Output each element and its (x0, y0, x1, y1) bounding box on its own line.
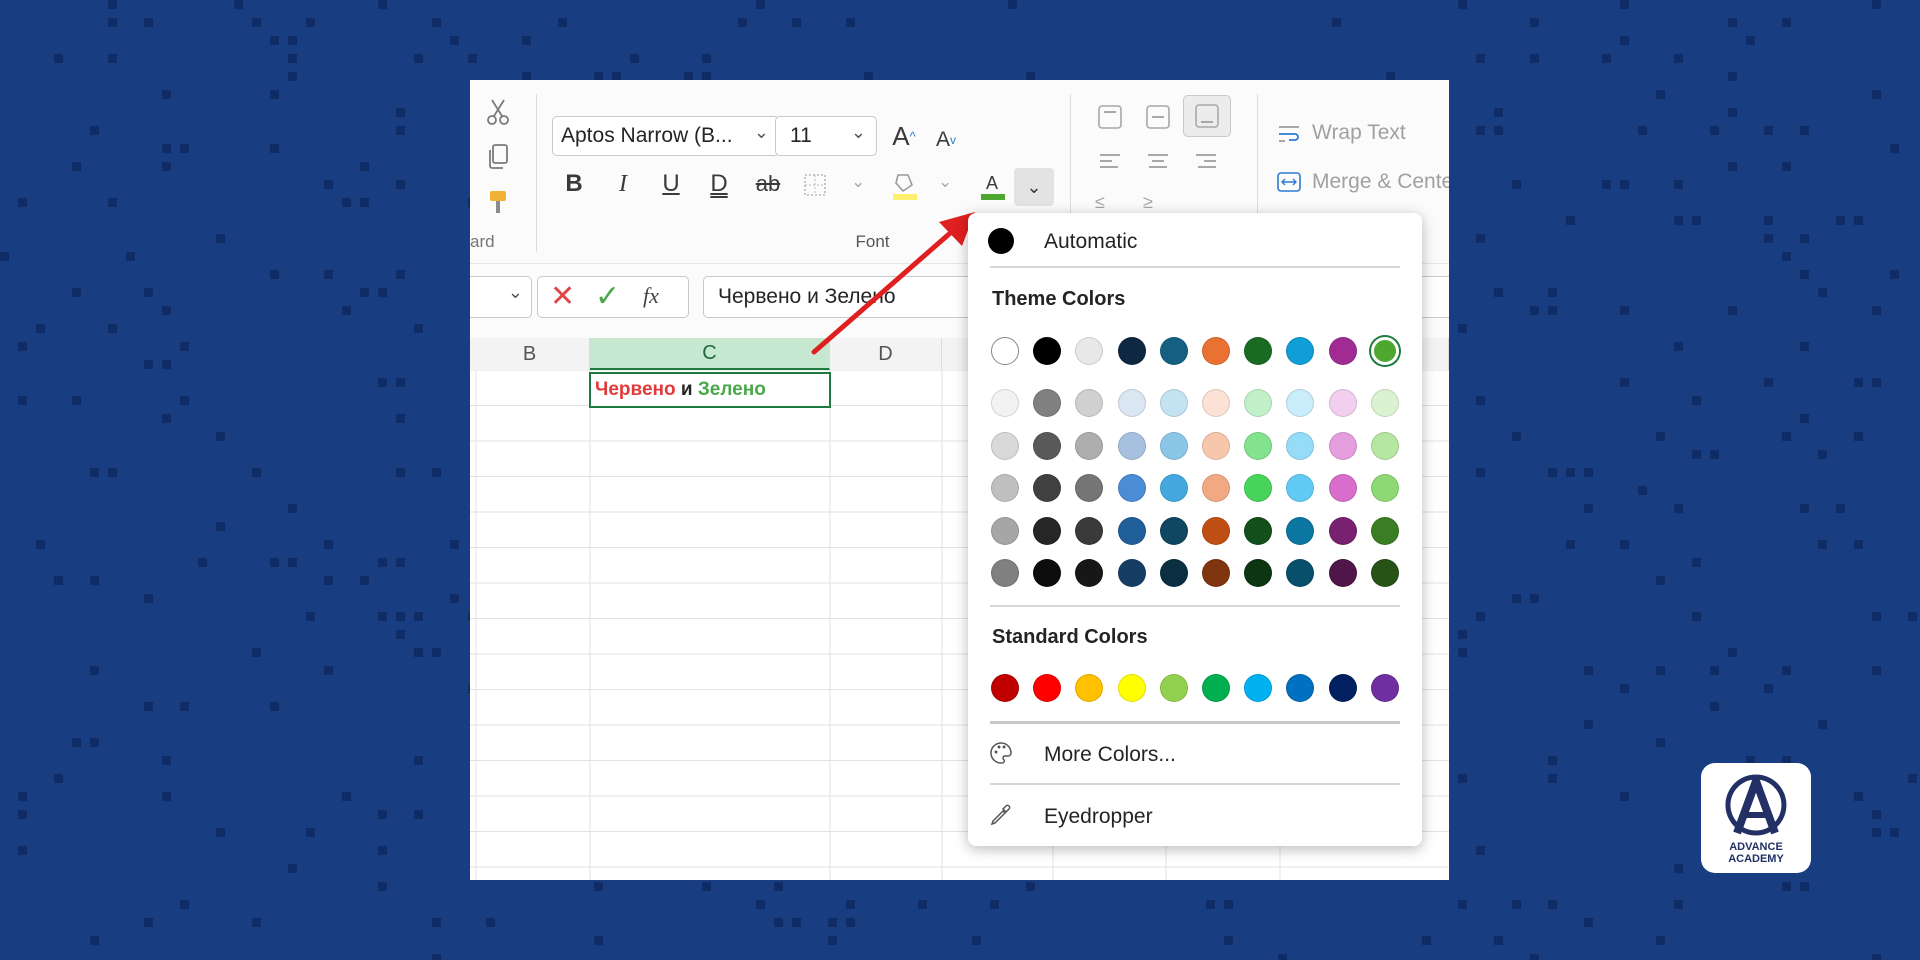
standard-color-swatch[interactable] (1244, 674, 1273, 702)
theme-shade-swatch[interactable] (1370, 559, 1399, 587)
standard-color-swatch[interactable] (1033, 674, 1062, 702)
palette-icon (988, 740, 1014, 766)
theme-shade-swatch[interactable] (1075, 559, 1104, 587)
theme-shade-swatch[interactable] (1328, 559, 1357, 587)
standard-color-swatch[interactable] (1202, 674, 1230, 702)
automatic-color-option[interactable]: Automatic (988, 222, 1388, 262)
theme-shade-swatch[interactable] (1244, 516, 1273, 545)
theme-shade-swatch[interactable] (1244, 389, 1273, 417)
theme-shade-swatch[interactable] (1286, 559, 1315, 587)
theme-color-swatch[interactable] (1370, 337, 1399, 365)
logo-line-1: ADVANCE (1729, 841, 1783, 853)
theme-shade-swatch[interactable] (1328, 389, 1357, 417)
theme-shade-swatch[interactable] (1370, 516, 1399, 545)
theme-color-swatch[interactable] (1159, 337, 1188, 365)
eyedropper-icon (988, 802, 1014, 828)
theme-shade-swatch[interactable] (1202, 389, 1230, 417)
theme-shade-swatch[interactable] (1117, 431, 1146, 460)
standard-color-swatch[interactable] (1159, 674, 1188, 702)
theme-shade-swatch[interactable] (1328, 516, 1357, 545)
theme-color-swatch[interactable] (1033, 337, 1062, 365)
theme-shade-swatch[interactable] (1286, 474, 1315, 502)
annotation-arrow (811, 212, 975, 355)
theme-color-swatch[interactable] (1286, 337, 1315, 365)
theme-shade-swatch[interactable] (1159, 474, 1188, 502)
theme-shade-swatch[interactable] (991, 431, 1019, 460)
theme-colors-heading: Theme Colors (992, 288, 1126, 310)
theme-shade-swatch[interactable] (1075, 516, 1104, 545)
theme-color-swatch[interactable] (1202, 337, 1230, 365)
theme-shade-swatch[interactable] (991, 389, 1019, 417)
standard-color-swatch[interactable] (1328, 674, 1357, 702)
eyedropper-option[interactable]: Eyedropper (988, 798, 1398, 838)
divider (990, 266, 1400, 268)
theme-shade-swatch[interactable] (1328, 474, 1357, 502)
logo-mark (1725, 774, 1787, 836)
theme-shade-swatch[interactable] (1286, 516, 1315, 545)
theme-shade-swatch[interactable] (1202, 559, 1230, 587)
font-color-menu: Automatic Theme Colors Standard Colors M… (968, 213, 1422, 846)
theme-shade-swatch[interactable] (991, 474, 1019, 502)
theme-shade-swatch[interactable] (1370, 431, 1399, 460)
theme-shade-swatch[interactable] (1244, 431, 1273, 460)
theme-shade-swatch[interactable] (1159, 559, 1188, 587)
standard-color-swatch[interactable] (1117, 674, 1146, 702)
theme-shade-swatch[interactable] (1202, 516, 1230, 545)
theme-color-swatch[interactable] (1328, 337, 1357, 365)
standard-colors-heading: Standard Colors (992, 626, 1148, 648)
theme-shade-swatch[interactable] (1159, 389, 1188, 417)
standard-color-swatch[interactable] (1370, 674, 1399, 702)
theme-shade-swatch[interactable] (1370, 474, 1399, 502)
theme-color-swatch[interactable] (991, 337, 1019, 365)
theme-shade-swatch[interactable] (991, 516, 1019, 545)
theme-shade-swatch[interactable] (1033, 516, 1062, 545)
logo-line-2: ACADEMY (1728, 853, 1784, 865)
theme-shade-swatch[interactable] (1202, 431, 1230, 460)
divider (990, 783, 1400, 785)
more-colors-option[interactable]: More Colors... (988, 736, 1398, 776)
theme-shade-swatch[interactable] (1075, 431, 1104, 460)
theme-shade-swatch[interactable] (1033, 559, 1062, 587)
theme-shade-swatch[interactable] (991, 559, 1019, 587)
theme-color-swatch[interactable] (1075, 337, 1104, 365)
more-colors-label: More Colors... (1044, 743, 1176, 766)
automatic-label: Automatic (1044, 230, 1138, 253)
standard-color-swatch[interactable] (1286, 674, 1315, 702)
theme-shade-swatch[interactable] (1202, 474, 1230, 502)
theme-shade-swatch[interactable] (1075, 389, 1104, 417)
theme-shade-swatch[interactable] (1033, 389, 1062, 417)
advance-academy-logo: ADVANCE ACADEMY (1701, 763, 1811, 873)
theme-shade-swatch[interactable] (1033, 474, 1062, 502)
theme-shade-swatch[interactable] (1159, 431, 1188, 460)
theme-color-swatch[interactable] (1244, 337, 1273, 365)
theme-color-swatch[interactable] (1117, 337, 1146, 365)
theme-shade-swatch[interactable] (1117, 474, 1146, 502)
theme-shade-swatch[interactable] (1370, 389, 1399, 417)
logo-text: ADVANCE ACADEMY (1701, 841, 1811, 865)
automatic-swatch (988, 228, 1014, 254)
theme-shade-swatch[interactable] (1286, 389, 1315, 417)
theme-shade-swatch[interactable] (1117, 516, 1146, 545)
eyedropper-label: Eyedropper (1044, 805, 1153, 828)
theme-shade-swatch[interactable] (1033, 431, 1062, 460)
theme-shade-swatch[interactable] (1328, 431, 1357, 460)
theme-shade-swatch[interactable] (1244, 559, 1273, 587)
standard-color-swatch[interactable] (1075, 674, 1104, 702)
theme-shade-swatch[interactable] (1286, 431, 1315, 460)
theme-shade-swatch[interactable] (1117, 389, 1146, 417)
theme-shade-swatch[interactable] (1159, 516, 1188, 545)
theme-shade-swatch[interactable] (1075, 474, 1104, 502)
divider (990, 721, 1400, 724)
theme-shade-swatch[interactable] (1117, 559, 1146, 587)
theme-shade-swatch[interactable] (1244, 474, 1273, 502)
standard-color-swatch[interactable] (991, 674, 1019, 702)
divider (990, 605, 1400, 607)
